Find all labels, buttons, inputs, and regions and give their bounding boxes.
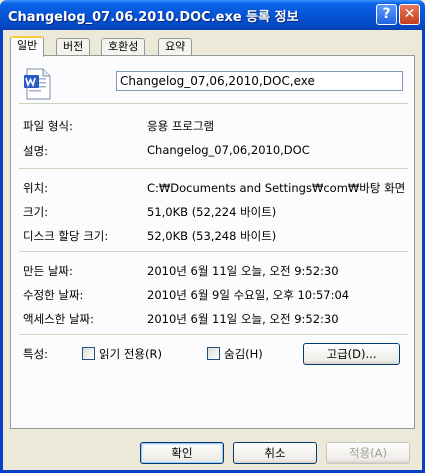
cancel-button[interactable]: 취소	[233, 442, 317, 464]
title-bar[interactable]: Changelog_07.06.2010.DOC.exe 등록 정보 ? ✕	[0, 0, 425, 30]
tab-general[interactable]: 일반	[10, 36, 45, 57]
created-label: 만든 날짜:	[23, 264, 73, 278]
size-label: 크기:	[23, 205, 49, 219]
help-button[interactable]: ?	[376, 4, 397, 25]
attributes-label: 특성:	[23, 347, 49, 361]
window-title: Changelog_07.06.2010.DOC.exe 등록 정보	[8, 10, 299, 25]
properties-dialog: Changelog_07.06.2010.DOC.exe 등록 정보 ? ✕ 일…	[0, 0, 425, 473]
separator	[19, 168, 408, 170]
hidden-checkbox[interactable]: 숨김(H)	[207, 346, 263, 362]
modified-label: 수정한 날짜:	[23, 288, 84, 302]
separator	[19, 334, 408, 336]
tab-version[interactable]: 버전	[56, 38, 91, 56]
general-panel: Changelog_07,06,2010,DOC,exe 파일 형식: 응용 프…	[10, 55, 415, 429]
checkbox-box[interactable]	[207, 347, 220, 360]
readonly-checkbox[interactable]: 읽기 전용(R)	[82, 346, 162, 362]
hidden-label: 숨김(H)	[224, 347, 263, 361]
location-value: C:₩Documents and Settings₩com₩바탕 화면	[147, 181, 406, 195]
readonly-label: 읽기 전용(R)	[99, 347, 162, 361]
tab-summary[interactable]: 요약	[158, 38, 193, 56]
modified-value: 2010년 6월 9일 수요일, 오후 10:57:04	[147, 288, 350, 302]
apply-button: 적용(A)	[326, 442, 410, 464]
size-value: 51,0KB (52,224 바이트)	[147, 205, 277, 219]
checkbox-box[interactable]	[82, 347, 95, 360]
accessed-label: 액세스한 날짜:	[23, 312, 95, 326]
dialog-client: 일반 버전 호환성 요약 Changelog_07,06,2010,DOC,ex…	[3, 30, 422, 470]
accessed-value: 2010년 6월 11일 오늘, 오전 9:52:30	[147, 312, 339, 326]
ok-button[interactable]: 확인	[140, 442, 224, 464]
file-type-label: 파일 형식:	[23, 119, 73, 133]
separator	[19, 251, 408, 253]
description-value: Changelog_07,06,2010,DOC	[147, 143, 310, 157]
tab-compatibility[interactable]: 호환성	[101, 38, 146, 56]
size-on-disk-label: 디스크 할당 크기:	[23, 229, 109, 243]
word-document-icon	[24, 68, 51, 100]
location-label: 위치:	[23, 181, 49, 195]
advanced-button[interactable]: 고급(D)...	[303, 343, 400, 365]
file-type-value: 응용 프로그램	[147, 119, 215, 133]
filename-input[interactable]: Changelog_07,06,2010,DOC,exe	[116, 71, 403, 91]
description-label: 설명:	[23, 144, 49, 158]
separator	[19, 103, 408, 105]
close-button[interactable]: ✕	[399, 4, 420, 25]
size-on-disk-value: 52,0KB (53,248 바이트)	[147, 229, 277, 243]
created-value: 2010년 6월 11일 오늘, 오전 9:52:30	[147, 264, 339, 278]
